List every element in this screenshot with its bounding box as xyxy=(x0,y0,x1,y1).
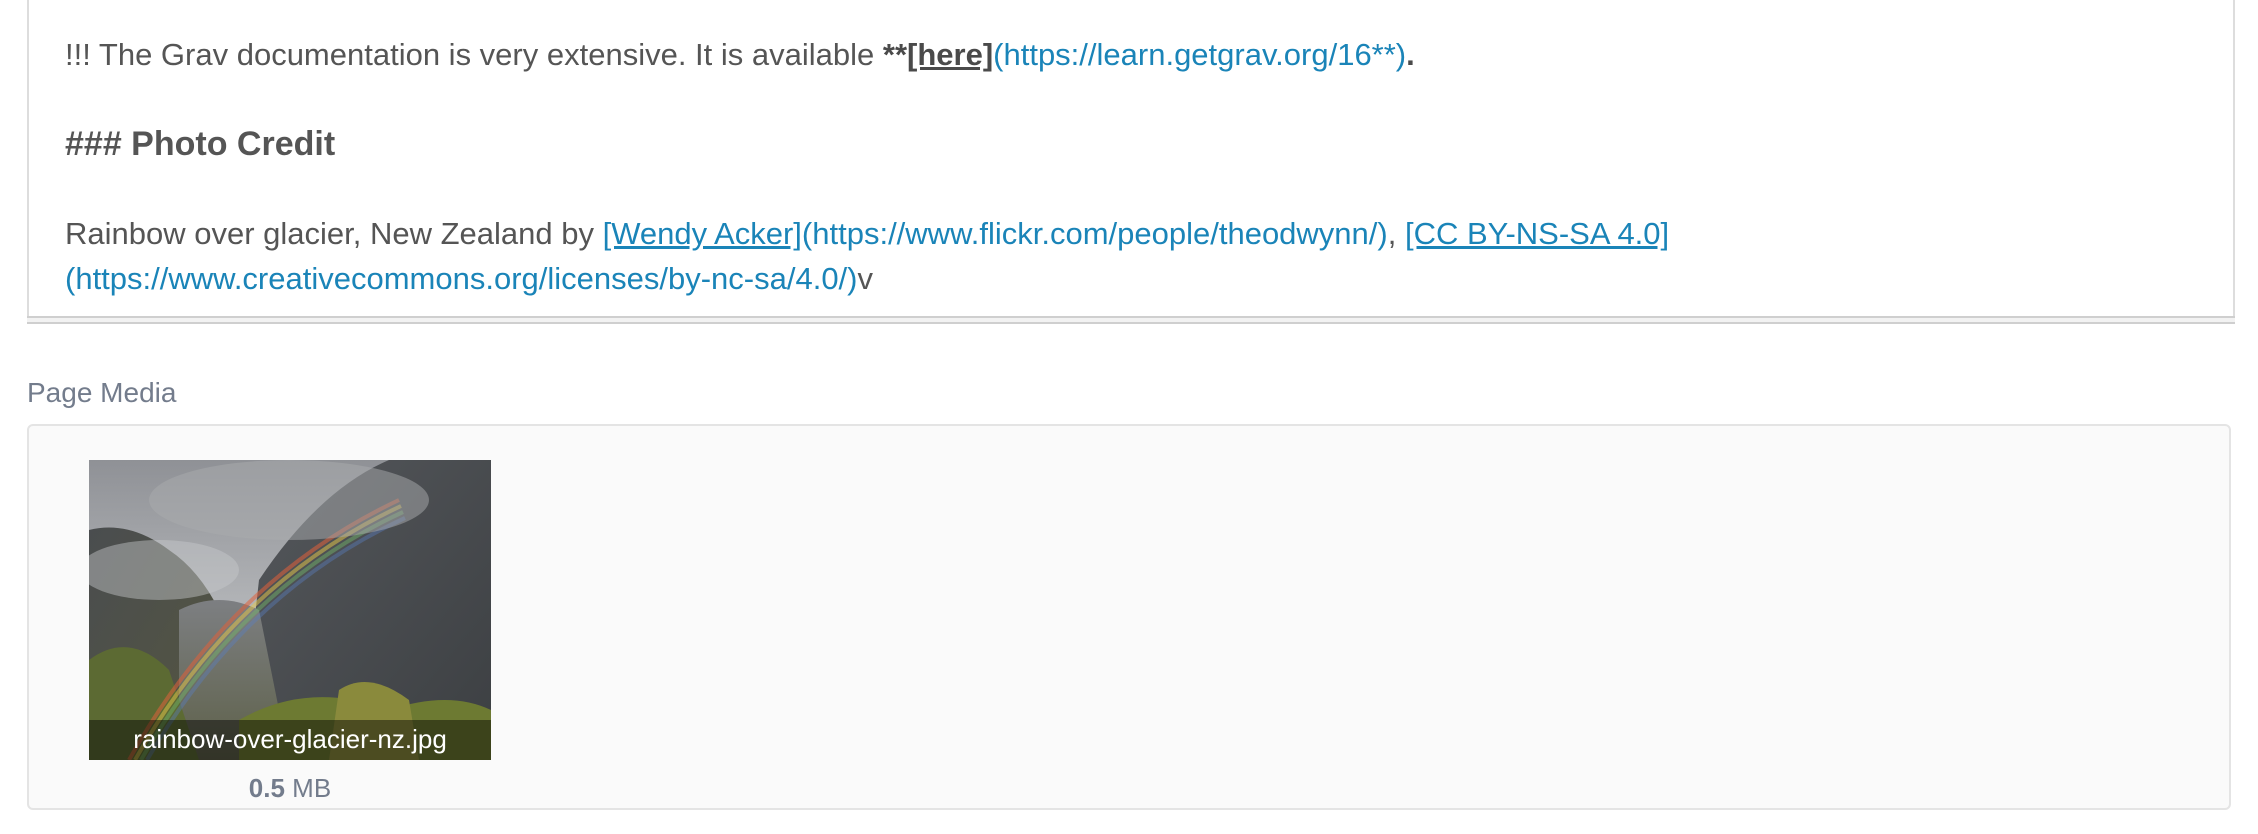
media-file-size: 0.5 MB xyxy=(89,772,491,804)
text-documentation-prefix: !!! The Grav documentation is very exten… xyxy=(65,37,883,72)
editor-resize-handle[interactable] xyxy=(27,316,2235,324)
link-license-text: [CC BY-NS-SA 4.0] xyxy=(1404,216,1670,251)
markdown-editor[interactable]: !!! The Grav documentation is very exten… xyxy=(27,0,2235,316)
media-size-unit: MB xyxy=(284,773,332,803)
glacier-photo-image xyxy=(89,460,491,760)
page-media-dropzone[interactable]: rainbow-over-glacier-nz.jpg 0.5 MB xyxy=(27,424,2231,810)
text-credit-prefix: Rainbow over glacier, New Zealand by xyxy=(65,216,603,251)
text-separator: , xyxy=(1387,216,1405,251)
link-wendy-acker-url: (https://www.flickr.com/people/theodwynn… xyxy=(801,216,1388,251)
link-here-text: [here] xyxy=(907,37,994,72)
media-size-value: 0.5 xyxy=(248,773,285,803)
editor-line-license-url[interactable]: (https://www.creativecommons.org/license… xyxy=(65,259,873,299)
page-media-title: Page Media xyxy=(27,377,177,408)
link-here-url: (https://learn.getgrav.org/16**) xyxy=(993,37,1407,72)
editor-line-documentation[interactable]: !!! The Grav documentation is very exten… xyxy=(65,35,1415,75)
bold-marker: ** xyxy=(882,37,908,72)
link-license-url: (https://www.creativecommons.org/license… xyxy=(65,261,858,296)
editor-line-photo-credit[interactable]: Rainbow over glacier, New Zealand by [We… xyxy=(65,214,1669,254)
text-period: . xyxy=(1406,37,1415,72)
editor-line-heading[interactable]: ### Photo Credit xyxy=(65,124,335,164)
media-item-thumbnail[interactable]: rainbow-over-glacier-nz.jpg xyxy=(89,460,491,760)
text-trailing-v: v xyxy=(857,261,874,296)
link-wendy-acker-text: [Wendy Acker] xyxy=(602,216,802,251)
media-filename: rainbow-over-glacier-nz.jpg xyxy=(89,720,491,760)
